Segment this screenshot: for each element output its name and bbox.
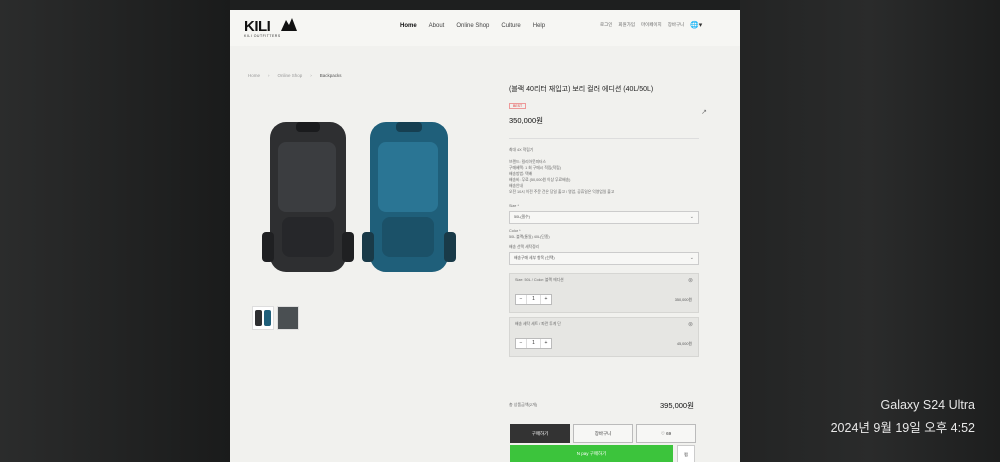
option-label: 배송 세탁 세트 / 파란 투게 단 (515, 322, 561, 326)
product-main-image[interactable] (260, 122, 460, 282)
utility-links: 로그인 회원가입 마이페이지 장바구니 (600, 22, 684, 28)
buy-button[interactable]: 구매하기 (510, 424, 570, 443)
product-info: (블랙 40리터 재입고) 보리 컬러 에디션 (40L/50L) BEST 3… (509, 82, 707, 357)
nav-home[interactable]: Home (400, 23, 417, 29)
datetime-watermark: 2024년 9월 19일 오후 4:52 (830, 421, 975, 435)
chevron-down-icon: ⌄ (689, 214, 694, 220)
total-label: 총 상품금액(2개) (509, 402, 538, 407)
remove-option-icon[interactable]: ⊗ (688, 321, 693, 328)
breadcrumb: Home › Online Shop › Backpacks (248, 73, 342, 78)
quantity-value[interactable]: 1 (526, 295, 541, 304)
decrement-button[interactable]: − (516, 295, 526, 304)
increment-button[interactable]: + (541, 339, 551, 348)
signup-link[interactable]: 회원가입 (618, 22, 635, 28)
quantity-stepper: − 1 + (515, 338, 552, 349)
device-watermark: Galaxy S24 Ultra (880, 398, 975, 412)
breadcrumb-backpacks[interactable]: Backpacks (320, 73, 342, 78)
best-badge: BEST (509, 103, 527, 109)
size-label: Size * (509, 204, 519, 208)
option-amount: 350,000원 (674, 298, 692, 302)
backpack-image (262, 122, 456, 272)
nav-help[interactable]: Help (533, 23, 545, 29)
decrement-button[interactable]: − (516, 339, 526, 348)
site-header: KILI KILI OUTFITTERS Home About Online S… (230, 10, 740, 46)
size-select[interactable]: 50L(필수) ⌄ (509, 211, 699, 224)
total-row: 총 상품금액(2개) 395,000원 (509, 401, 694, 410)
nav-online-shop[interactable]: Online Shop (456, 23, 489, 29)
main-nav: Home About Online Shop Culture Help (400, 23, 545, 29)
background-right (740, 0, 1000, 462)
selected-option: 배송 세탁 세트 / 파란 투게 단 ⊗ − 1 + 45,000원 (509, 317, 699, 357)
breadcrumb-home[interactable]: Home (248, 73, 260, 78)
wishlist-button[interactable]: ♡ 69 (636, 424, 696, 443)
total-value: 395,000원 (659, 401, 694, 410)
logo-subtitle: KILI OUTFITTERS (244, 34, 281, 38)
breadcrumb-shop[interactable]: Online Shop (278, 73, 303, 78)
product-price: 350,000원 (509, 116, 544, 125)
logo[interactable]: KILI (244, 18, 271, 35)
monitor-screen: KILI KILI OUTFITTERS Home About Online S… (230, 10, 740, 462)
logo-mountain-icon (281, 18, 297, 31)
nav-about[interactable]: About (429, 23, 445, 29)
option-amount: 45,000원 (676, 342, 692, 346)
addon-label: 배송 선택 세탁정리 (509, 245, 540, 249)
login-link[interactable]: 로그인 (600, 22, 612, 28)
size-select-value: 50L(필수) (514, 215, 530, 219)
npay-button[interactable]: N pay 구매하기 (510, 445, 673, 462)
selected-option: Size: 50L / Color: 블랙 에디션 ⊗ − 1 + 350,00… (509, 273, 699, 313)
nav-culture[interactable]: Culture (501, 23, 520, 29)
quantity-stepper: − 1 + (515, 294, 552, 305)
remove-option-icon[interactable]: ⊗ (688, 277, 693, 284)
language-globe-icon[interactable]: 🌐▾ (690, 21, 702, 29)
thumbnail-lifestyle[interactable] (277, 306, 299, 330)
action-buttons: 구매하기 장바구니 ♡ 69 (510, 424, 696, 443)
thumbnail-strip (252, 306, 299, 330)
cart-link[interactable]: 장바구니 (668, 22, 685, 28)
share-icon[interactable]: ↗ (701, 108, 707, 116)
increment-button[interactable]: + (541, 295, 551, 304)
option-label: Size: 50L / Color: 블랙 에디션 (515, 278, 564, 282)
divider (509, 138, 699, 139)
thumbnail-image (255, 310, 271, 326)
addon-select-value: 배송구매 세부 항목 (선택) (514, 256, 555, 260)
mypage-link[interactable]: 마이페이지 (641, 22, 662, 28)
quantity-value[interactable]: 1 (526, 339, 541, 348)
breadcrumb-separator: › (268, 73, 270, 78)
npay-wish-button[interactable]: 찜 (677, 445, 695, 462)
breadcrumb-separator: › (310, 73, 312, 78)
product-title: (블랙 40리터 재입고) 보리 컬러 에디션 (40L/50L) (509, 86, 654, 93)
background-left (0, 0, 230, 462)
addon-select[interactable]: 배송구매 세부 항목 (선택) ⌄ (509, 252, 699, 265)
cart-button[interactable]: 장바구니 (573, 424, 633, 443)
thumbnail-color-pair[interactable] (252, 306, 274, 330)
chevron-down-icon: ⌄ (689, 255, 694, 261)
